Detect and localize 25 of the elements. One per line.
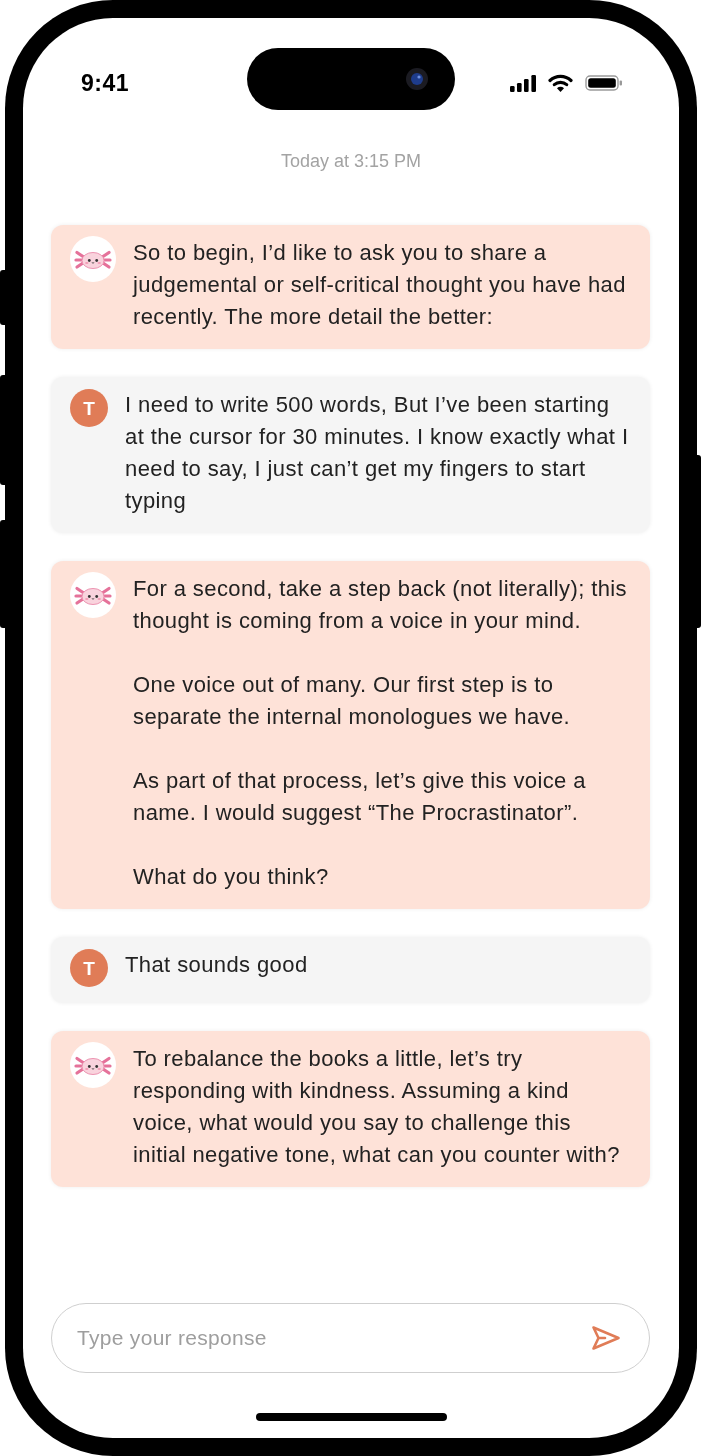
message-text: I need to write 500 words, But I’ve been starting at the cursor for 30 minutes. I know exactly what I need to say, I just can’t get my fingers to start typing — [125, 391, 630, 515]
side-button[interactable] — [0, 375, 5, 485]
message-text: That sounds good — [125, 951, 309, 979]
axolotl-avatar-icon — [70, 1042, 116, 1088]
side-button[interactable] — [0, 270, 5, 325]
axolotl-avatar-icon — [70, 236, 116, 282]
message-text: For a second, take a step back (not literally); this thought is coming from a voice in your mind. — [133, 575, 628, 635]
user-avatar: T — [70, 389, 108, 427]
message-text: As part of that process, let’s give this voice a name. I would suggest “The Procrastinator”. — [133, 767, 587, 827]
status-time: 9:41 — [81, 69, 130, 96]
signal-icon — [510, 74, 536, 92]
user-avatar: T — [70, 949, 108, 987]
send-button[interactable] — [591, 1325, 621, 1351]
message-timestamp: Today at 3:15 PM — [279, 150, 423, 172]
camera-lens-icon — [406, 68, 428, 90]
message-text: To rebalance the books a little, let’s try responding with kindness. Assuming a kind voice, what would you say to challenge this initial negative tone, what can you counter with? — [133, 1045, 621, 1169]
message-text: One voice out of many. Our first step is to separate the internal monologues we have. — [133, 671, 572, 731]
battery-icon — [585, 75, 623, 91]
response-input[interactable]: Type your response — [51, 1303, 650, 1373]
wifi-icon — [548, 74, 573, 92]
message-text: What do you think? — [133, 863, 330, 891]
send-icon — [591, 1325, 621, 1351]
axolotl-avatar-icon — [70, 572, 116, 618]
message-text: So to begin, I’d like to ask you to share a judgemental or self-critical thought you have had recently. The more detail the better: — [133, 239, 627, 331]
side-button[interactable] — [0, 520, 5, 628]
